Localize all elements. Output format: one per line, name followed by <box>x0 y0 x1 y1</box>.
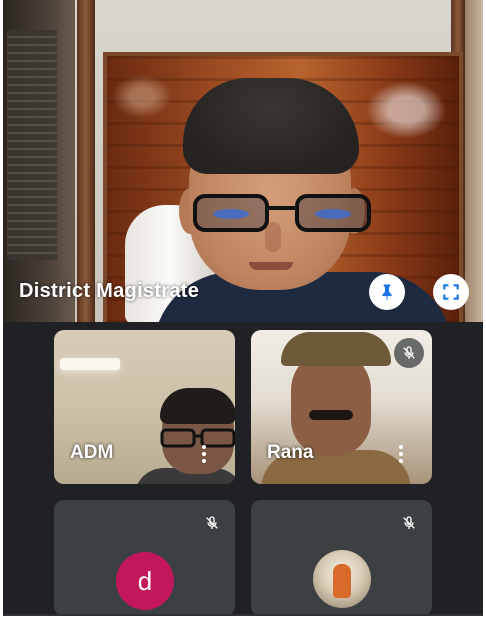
fullscreen-icon <box>443 284 459 300</box>
main-video-tile[interactable]: District Magistrate <box>3 0 483 322</box>
participant-tile-rana[interactable]: Rana <box>251 330 432 484</box>
participant-name-label: Rana <box>267 442 314 463</box>
mic-off-icon <box>403 516 415 529</box>
more-options-button[interactable] <box>395 442 407 466</box>
mic-off-indicator <box>394 508 424 538</box>
more-options-button[interactable] <box>198 442 210 466</box>
participant-name-label: ADM <box>70 442 114 463</box>
pin-icon <box>382 284 392 301</box>
participant-tile-d[interactable]: d <box>54 500 235 616</box>
mic-off-icon <box>206 516 218 529</box>
presenter-name-label: District Magistrate <box>19 280 200 302</box>
mic-off-indicator <box>197 508 227 538</box>
pin-button[interactable] <box>369 274 405 310</box>
background-wall <box>3 0 75 322</box>
fullscreen-button[interactable] <box>433 274 469 310</box>
participant-tile-adm[interactable]: ADM <box>54 330 235 484</box>
mic-off-icon <box>403 346 415 359</box>
presenter-glasses <box>193 194 371 232</box>
mic-off-indicator <box>394 338 424 368</box>
meeting-screen: District Magistrate ADM Rana d <box>3 0 483 616</box>
participant-tile-photo[interactable] <box>251 500 432 616</box>
avatar: d <box>116 552 174 610</box>
avatar <box>313 550 371 608</box>
